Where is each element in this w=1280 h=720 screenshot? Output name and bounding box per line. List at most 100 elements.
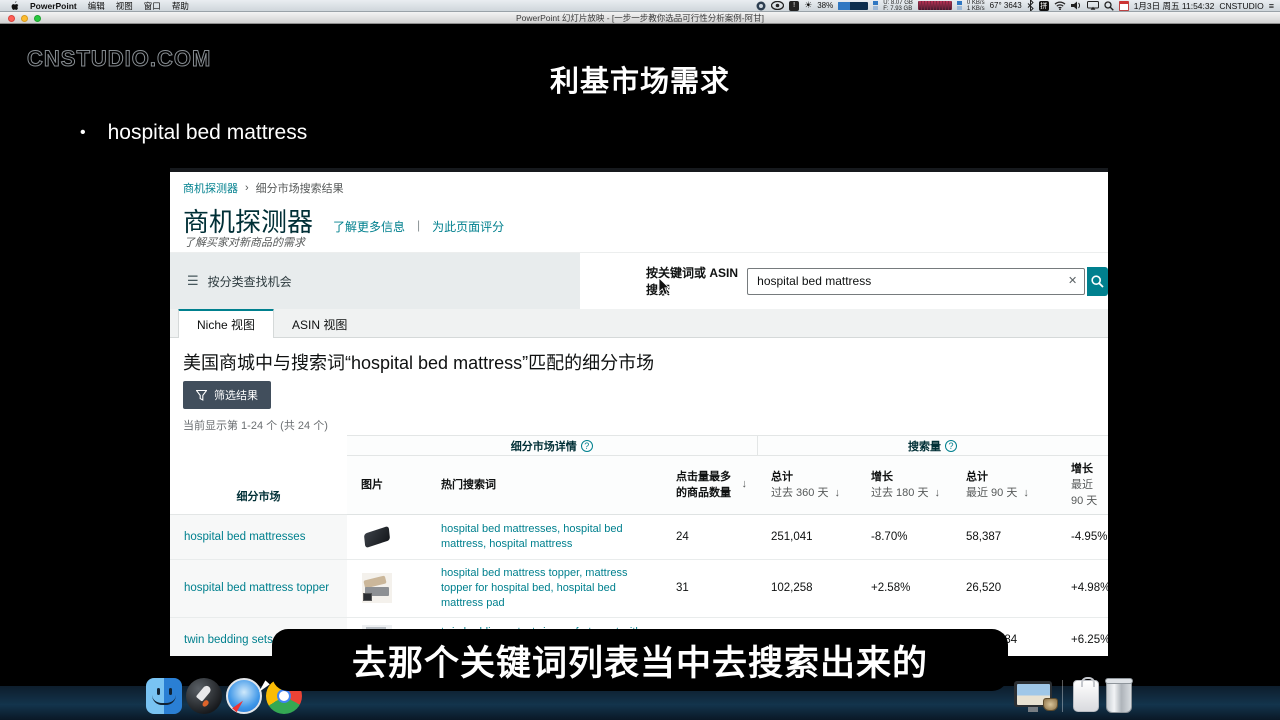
top-keywords-link[interactable]: hospital bed mattresses, hospital bed ma… — [427, 515, 662, 560]
macos-menubar: PowerPoint 编辑 视图 窗口 帮助 ! ☀ 38% U: 8.07 G… — [0, 0, 1280, 12]
column-total-360[interactable]: 总计 过去 360 天↓ — [757, 456, 857, 515]
link-separator: | — [417, 218, 420, 235]
bullet-text: hospital bed mattress — [108, 121, 308, 145]
breadcrumb-home-link[interactable]: 商机探测器 — [183, 180, 238, 196]
airplay-icon[interactable] — [1087, 1, 1099, 11]
info-icon[interactable]: ? — [945, 440, 957, 452]
results-count: 当前显示第 1-24 个 (共 24 个) — [170, 409, 1108, 435]
menu-edit[interactable]: 编辑 — [88, 0, 105, 12]
total-360: 251,041 — [757, 515, 857, 560]
table-row: hospital bed mattress topper hospital be… — [170, 560, 1108, 618]
column-image: 图片 — [347, 456, 427, 515]
mouse-cursor — [658, 278, 670, 296]
learn-more-link[interactable]: 了解更多信息 — [333, 218, 405, 235]
niche-link[interactable]: hospital bed mattresses — [170, 515, 347, 560]
input-method-icon[interactable]: 拼 — [1039, 1, 1049, 11]
column-niche: 细分市场 — [170, 436, 347, 515]
column-growth-90[interactable]: 增长 最近 90 天 — [1057, 456, 1108, 515]
group-search-volume: 搜索量? — [757, 436, 1108, 456]
browse-categories-button[interactable]: ☰ 按分类查找机会 — [170, 253, 580, 309]
search-button[interactable] — [1087, 267, 1108, 296]
results-heading: 美国商城中与搜索词“hospital bed mattress”匹配的细分市场 — [170, 338, 1108, 372]
filter-results-button[interactable]: 筛选结果 — [183, 381, 271, 409]
growth-180: +2.58% — [857, 560, 952, 618]
breadcrumb-separator: › — [245, 182, 249, 194]
calendar-icon[interactable] — [1119, 1, 1129, 11]
menu-window[interactable]: 窗口 — [144, 0, 161, 12]
battery-percentage: 38% — [817, 1, 833, 10]
window-titlebar: PowerPoint 幻灯片放映 - [一步一步教你选品可行性分析案例-阿甘] — [0, 12, 1280, 24]
alert-icon[interactable]: ! — [789, 1, 799, 11]
bluetooth-icon[interactable] — [1027, 1, 1034, 11]
dock-safari-icon[interactable] — [226, 678, 262, 714]
column-clicked-products[interactable]: 点击量最多的商品数量↓ — [662, 456, 757, 515]
opportunity-explorer-screenshot: 商机探测器 › 细分市场搜索结果 商机探测器 了解更多信息 | 为此页面评分 了… — [170, 168, 1108, 656]
weather-text[interactable]: 67° 3643 — [990, 1, 1022, 10]
close-window-button[interactable] — [8, 15, 15, 22]
clicked-count: 31 — [662, 560, 757, 618]
breadcrumb-current: 细分市场搜索结果 — [256, 180, 344, 196]
tab-niche-view[interactable]: Niche 视图 — [178, 308, 274, 338]
memory-usage-text: U: 8.07 GB F: 7.93 GB — [883, 0, 913, 12]
volume-icon[interactable] — [1071, 1, 1082, 11]
browse-categories-label: 按分类查找机会 — [208, 273, 292, 290]
dock-trash-icon[interactable] — [1106, 680, 1132, 713]
column-growth-180[interactable]: 增长 过去 180 天↓ — [857, 456, 952, 515]
product-thumbnail[interactable] — [361, 572, 393, 604]
clicked-count: 24 — [662, 515, 757, 560]
view-tabs: Niche 视图 ASIN 视图 — [170, 308, 1108, 338]
top-keywords-link[interactable]: hospital bed mattress topper, mattress t… — [427, 560, 662, 618]
product-thumbnail[interactable] — [361, 521, 393, 553]
minimize-window-button[interactable] — [21, 15, 28, 22]
menubar-device-name[interactable]: CNSTUDIO — [1219, 1, 1263, 11]
apple-menu-icon[interactable] — [10, 1, 19, 11]
table-row: hospital bed mattresses hospital bed mat… — [170, 515, 1108, 560]
total-90: 58,387 — [952, 515, 1057, 560]
clear-search-icon[interactable]: ✕ — [1068, 274, 1077, 287]
spotlight-search-icon[interactable] — [1104, 1, 1114, 11]
menu-view[interactable]: 视图 — [116, 0, 133, 12]
tab-asin-label: ASIN 视图 — [292, 316, 347, 333]
niche-link[interactable]: hospital bed mattress topper — [170, 560, 347, 618]
rate-page-link[interactable]: 为此页面评分 — [432, 218, 504, 235]
notification-center-icon[interactable]: ≡ — [1269, 1, 1274, 11]
menubar-datetime[interactable]: 1月3日 周五 11:54:32 — [1134, 0, 1215, 12]
sort-icon[interactable]: ↓ — [742, 478, 748, 490]
sun-icon[interactable]: ☀ — [804, 1, 812, 11]
growth-90: +6.25% — [1057, 617, 1108, 656]
search-icon — [1091, 275, 1104, 288]
battery-meter[interactable] — [838, 2, 868, 10]
tab-asin-view[interactable]: ASIN 视图 — [274, 308, 365, 337]
desktop-screen: PowerPoint 编辑 视图 窗口 帮助 ! ☀ 38% U: 8.07 G… — [0, 0, 1280, 720]
column-total-90[interactable]: 总计 最近 90 天↓ — [952, 456, 1057, 515]
zoom-window-button[interactable] — [34, 15, 41, 22]
sort-icon[interactable]: ↓ — [934, 487, 940, 499]
wifi-icon[interactable] — [1054, 1, 1066, 11]
column-top-keywords: 热门搜索词 — [427, 456, 662, 515]
network-meter-icon — [957, 1, 962, 10]
search-toolbar: ☰ 按分类查找机会 按关键词或 ASIN 搜索 ✕ — [170, 252, 1108, 308]
info-icon[interactable]: ? — [581, 440, 593, 452]
dock-finder-icon[interactable] — [146, 678, 182, 714]
growth-90: +4.98% — [1057, 560, 1108, 618]
menubar-app-name[interactable]: PowerPoint — [30, 1, 77, 11]
dock-launchpad-icon[interactable] — [186, 678, 222, 714]
search-input[interactable] — [747, 268, 1085, 295]
app-status-icon[interactable] — [756, 1, 766, 11]
subtitle-text: 去那个关键词列表当中去搜索出来的 — [352, 635, 928, 686]
traffic-lights — [8, 15, 41, 22]
dock-screen-preview-icon[interactable] — [1014, 681, 1052, 707]
eye-icon[interactable] — [771, 1, 784, 11]
sort-icon[interactable]: ↓ — [834, 487, 840, 499]
slide-title: 利基市场需求 — [0, 58, 1280, 100]
total-360: 102,258 — [757, 560, 857, 618]
menu-help[interactable]: 帮助 — [172, 0, 189, 12]
total-90: 26,520 — [952, 560, 1057, 618]
sort-icon[interactable]: ↓ — [1023, 487, 1029, 499]
video-subtitle-overlay: 去那个关键词列表当中去搜索出来的 — [272, 629, 1008, 691]
cpu-history-graph[interactable] — [918, 1, 952, 10]
niches-table: 细分市场 细分市场详情? 搜索量? 图片 热门搜索词 点击量最多的商品数量↓ 总… — [170, 435, 1108, 656]
dock-downloads-icon[interactable] — [1073, 680, 1099, 712]
memory-meter-icon — [873, 1, 878, 10]
dock-separator — [1062, 680, 1063, 712]
